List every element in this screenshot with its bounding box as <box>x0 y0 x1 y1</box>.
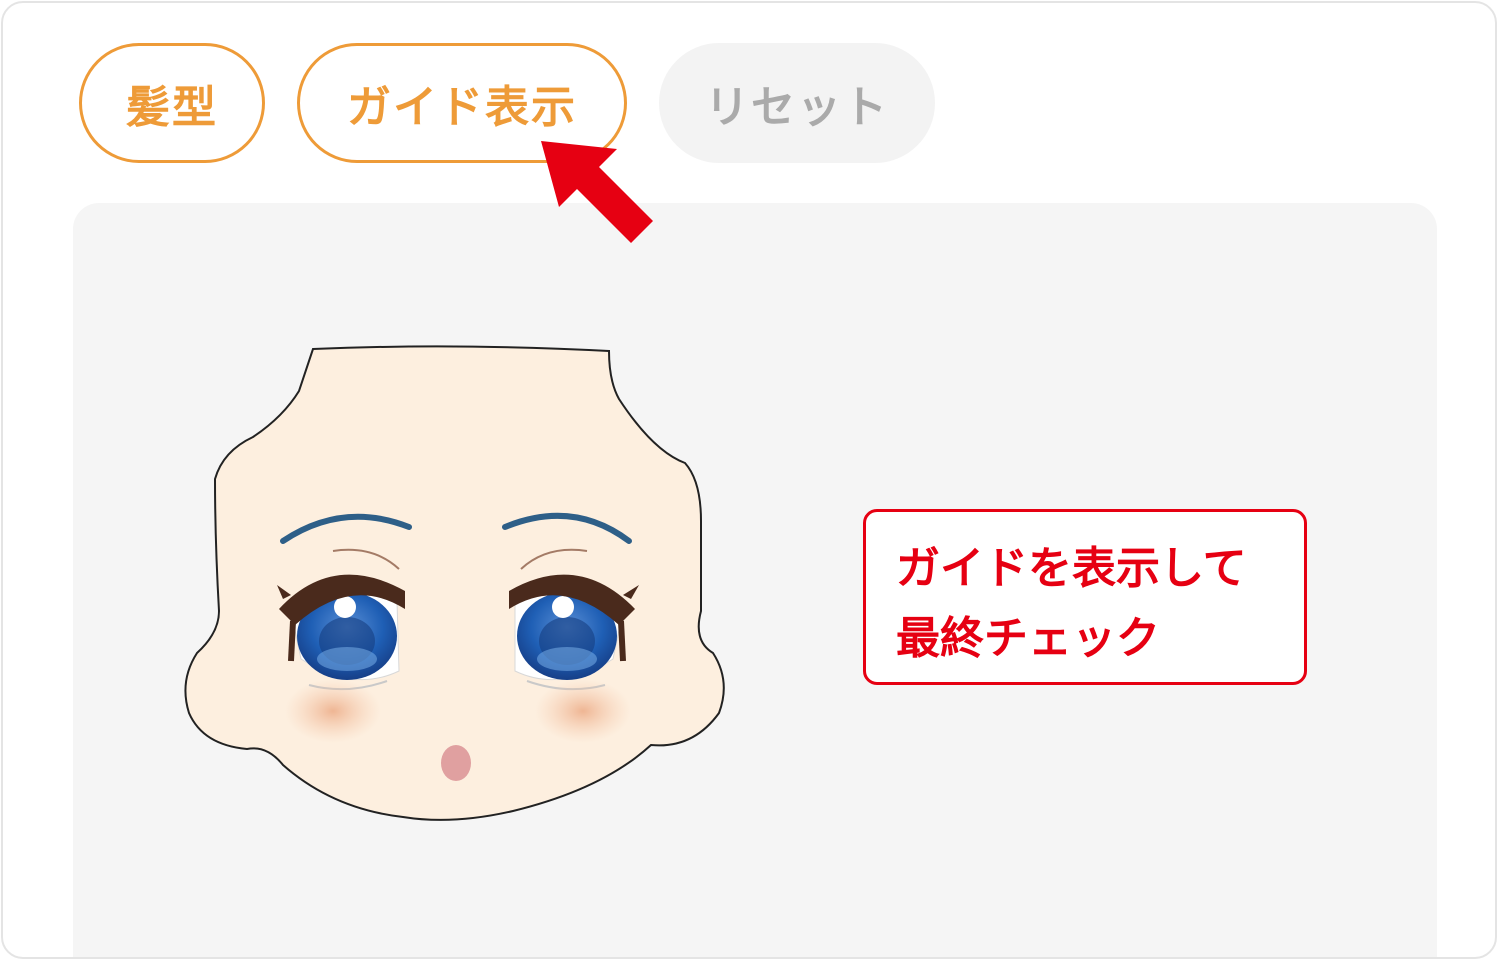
red-arrow-icon <box>533 133 663 263</box>
reset-button[interactable]: リセット <box>659 43 935 163</box>
annotation-line1: ガイドを表示して <box>896 543 1247 594</box>
hair-style-label: 髪型 <box>126 82 218 133</box>
hair-style-button[interactable]: 髪型 <box>79 43 265 163</box>
face-preview <box>183 341 731 829</box>
mouth <box>441 745 471 781</box>
annotation-line2: 最終チェック <box>896 613 1160 664</box>
app-frame: 髪型 ガイド表示 リセット ガイドを表示して 最終チェック <box>1 1 1497 959</box>
guide-annotation: ガイドを表示して 最終チェック <box>863 509 1307 685</box>
guide-toggle-label: ガイド表示 <box>347 82 577 133</box>
face-illustration <box>184 345 725 821</box>
right-cheek <box>535 679 631 743</box>
reset-label: リセット <box>705 82 889 133</box>
left-cheek <box>285 679 381 743</box>
